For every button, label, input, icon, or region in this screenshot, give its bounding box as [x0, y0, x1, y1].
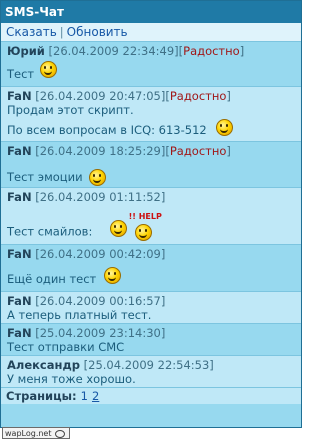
message-text: По всем вопросам в ICQ: 613-512 — [7, 123, 207, 137]
message-nick[interactable]: Юрий — [7, 44, 45, 58]
message-text: Продам этот скрипт. — [7, 103, 134, 117]
message-time: [26.04.2009 00:16:57] — [35, 294, 166, 308]
message-item: FaN [26.04.2009 01:11:52] Тест смайлов: … — [1, 188, 301, 245]
message-text: У меня тоже хорошо. — [7, 372, 136, 386]
message-item: FaN [25.04.2009 23:14:30] Тест отправки … — [1, 324, 301, 356]
message-text: А теперь платный тест. — [7, 308, 152, 322]
refresh-link[interactable]: Обновить — [67, 25, 128, 39]
eye-icon — [55, 429, 66, 438]
message-nick[interactable]: FaN — [7, 89, 32, 103]
actions-bar: Сказать | Обновить — [1, 23, 301, 42]
message-time: [26.04.2009 18:25:29] — [35, 144, 166, 158]
message-text: Тест отправки СМС — [7, 340, 125, 354]
smiley-face-icon — [134, 224, 152, 241]
message-time: [26.04.2009 20:47:05] — [35, 89, 166, 103]
message-text: Тест эмоции — [7, 170, 83, 184]
message-nick[interactable]: Александр — [7, 358, 80, 372]
message-item: FaN [26.04.2009 00:42:09] Ещё один тест — [1, 245, 301, 292]
message-time: [25.04.2009 22:54:53] — [83, 358, 214, 372]
smiley-face-icon — [110, 219, 127, 237]
message-item: FaN [26.04.2009 20:47:05][Радостно] Прод… — [1, 87, 301, 142]
message-nick[interactable]: FaN — [7, 247, 32, 261]
actions-separator: | — [59, 25, 64, 39]
page-link-2[interactable]: 2 — [92, 389, 99, 403]
message-nick[interactable]: FaN — [7, 294, 32, 308]
page-current: 1 — [80, 389, 88, 403]
message-mood: Радостно — [183, 44, 240, 58]
counter-badge-label: wapLog.net — [5, 429, 52, 438]
message-item: Александр [25.04.2009 22:54:53] У меня т… — [1, 356, 301, 388]
message-nick[interactable]: FaN — [7, 144, 32, 158]
smiley-face-icon — [89, 169, 107, 186]
message-mood: Радостно — [169, 144, 227, 158]
message-text: Тест — [7, 67, 35, 81]
chat-window: SMS-Чат Сказать | Обновить Юрий [26.04.200… — [0, 0, 302, 428]
footer: wapLog.net — [0, 426, 80, 440]
message-item: Юрий [26.04.2009 22:34:49][Радостно] Тес… — [1, 42, 301, 87]
message-nick[interactable]: FaN — [7, 190, 32, 204]
pagination-label: Страницы: — [6, 389, 77, 403]
counter-badge[interactable]: wapLog.net — [2, 427, 70, 439]
message-nick[interactable]: FaN — [7, 326, 32, 340]
message-item: FaN [26.04.2009 18:25:29][Радостно] Тест… — [1, 142, 301, 188]
smiley-face-icon — [103, 267, 121, 284]
smiley-face-icon — [39, 61, 57, 78]
message-mood: Радостно — [169, 89, 227, 103]
help-sign-label: !! HELP — [128, 212, 162, 221]
say-link[interactable]: Сказать — [6, 25, 57, 39]
message-item: FaN [26.04.2009 00:16:57] А теперь платн… — [1, 292, 301, 324]
message-time: [26.04.2009 00:42:09] — [35, 247, 166, 261]
smiley-face-icon — [216, 119, 234, 136]
message-time: [26.04.2009 01:11:52] — [35, 190, 166, 204]
page-title: SMS-Чат — [1, 1, 301, 23]
pagination: Страницы: 1 2 — [1, 388, 301, 404]
message-time: [26.04.2009 22:34:49] — [48, 44, 179, 58]
message-time: [25.04.2009 23:14:30] — [35, 326, 166, 340]
message-text: Тест смайлов: — [7, 224, 93, 239]
message-text: Ещё один тест — [7, 272, 97, 286]
